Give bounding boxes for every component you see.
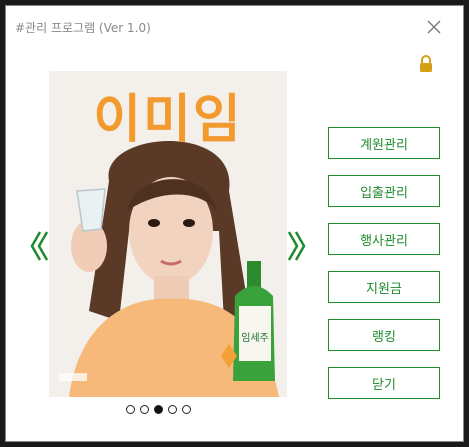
menu-button-1[interactable]: 입출관리 xyxy=(328,175,440,207)
menu-button-2[interactable]: 행사관리 xyxy=(328,223,440,255)
chevron-right-icon[interactable] xyxy=(286,222,308,270)
chevron-left-icon[interactable] xyxy=(28,222,50,270)
window-title: #관리 프로그램 (Ver 1.0) xyxy=(15,21,151,35)
menu-button-5[interactable]: 닫기 xyxy=(328,367,440,399)
carousel-dot[interactable] xyxy=(154,405,163,414)
carousel-dot[interactable] xyxy=(126,405,135,414)
menu-button-0[interactable]: 계원관리 xyxy=(328,127,440,159)
menu-button-4[interactable]: 랭킹 xyxy=(328,319,440,351)
poster-headline: 이미임 xyxy=(93,90,243,150)
carousel-dots xyxy=(126,405,191,414)
carousel-dot[interactable] xyxy=(140,405,149,414)
carousel-dot[interactable] xyxy=(182,405,191,414)
brand-mark xyxy=(59,371,87,385)
carousel-dot[interactable] xyxy=(168,405,177,414)
bottle-label: 임세주 xyxy=(241,331,269,344)
lock-icon[interactable] xyxy=(418,55,434,73)
menu-button-3[interactable]: 지원금 xyxy=(328,271,440,303)
close-icon[interactable] xyxy=(427,20,441,34)
poster-image: 임세주 이미임 xyxy=(49,71,287,397)
